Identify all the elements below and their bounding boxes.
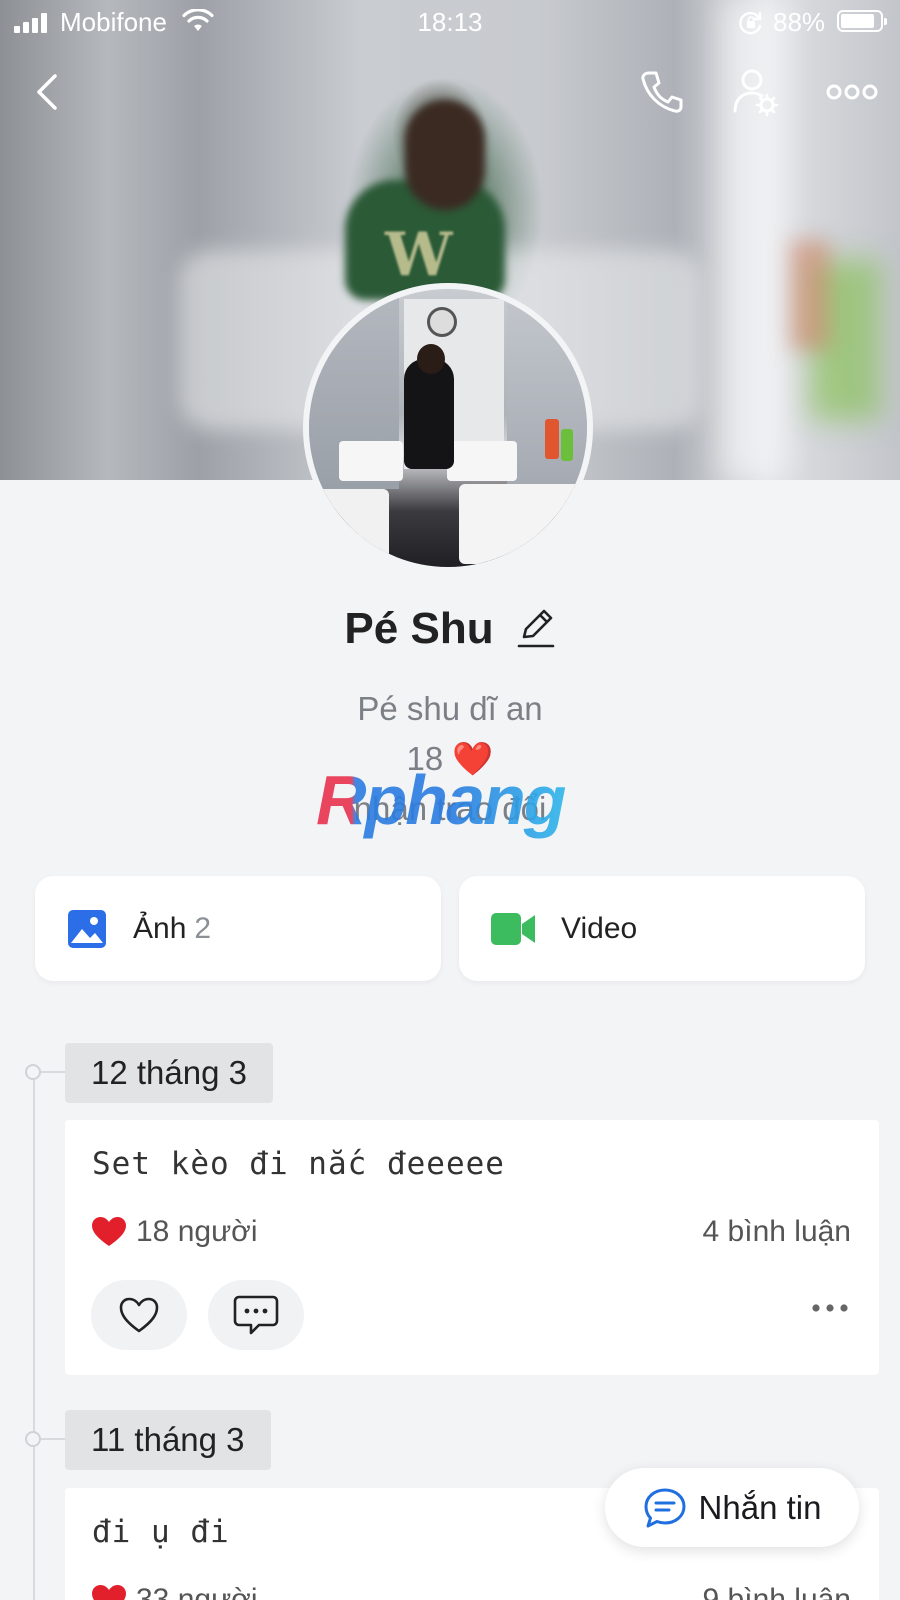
comment-icon	[233, 1295, 279, 1335]
timeline-dot	[25, 1064, 41, 1080]
timeline-connector	[41, 1438, 65, 1440]
edit-name-button[interactable]	[516, 605, 556, 654]
likes-count: 18 người	[136, 1215, 258, 1248]
post-likes[interactable]: 33 người	[92, 1583, 258, 1600]
back-button[interactable]	[20, 64, 76, 120]
likes-count: 33 người	[136, 1583, 258, 1600]
more-options-button[interactable]	[824, 64, 880, 120]
more-horizontal-icon	[826, 84, 878, 100]
user-settings-icon	[733, 69, 779, 117]
back-arrow-icon	[37, 74, 57, 110]
heart-filled-icon	[92, 1217, 126, 1246]
call-button[interactable]	[634, 64, 690, 120]
photos-button[interactable]: Ảnh 2	[35, 876, 441, 981]
status-bar: Mobifone 18:13 88%	[0, 0, 900, 44]
profile-name: Pé Shu	[344, 604, 494, 653]
timeline-date: 11 tháng 3	[65, 1410, 271, 1470]
video-label: Video	[561, 911, 638, 945]
heart-filled-icon	[92, 1585, 126, 1600]
cover-figure-head	[405, 100, 485, 210]
cover-shirt-print: W	[385, 220, 453, 290]
comments-count[interactable]: 9 bình luận	[703, 1583, 851, 1600]
more-dots-icon	[812, 1304, 848, 1312]
comment-button[interactable]	[208, 1280, 304, 1350]
battery-percent: 88%	[773, 7, 826, 37]
post-text: đi ụ đi	[92, 1514, 230, 1550]
chat-bubble-icon	[644, 1488, 686, 1527]
avatar[interactable]	[303, 283, 593, 573]
cover-blur-shape	[790, 240, 830, 350]
timeline-date: 12 tháng 3	[65, 1043, 273, 1103]
photos-label: Ảnh	[133, 911, 187, 945]
timeline-dot	[25, 1431, 41, 1447]
send-message-button[interactable]: Nhắn tin	[605, 1468, 859, 1547]
post-text: Set kèo đi nắc đeeeee	[92, 1146, 505, 1182]
phone-icon	[641, 71, 683, 113]
videos-button[interactable]: Video	[459, 876, 865, 981]
post-more-button[interactable]	[811, 1300, 849, 1318]
profile-settings-button[interactable]	[728, 64, 784, 120]
profile-name-row: Pé Shu	[0, 604, 900, 654]
timeline-connector	[41, 1071, 65, 1073]
post-likes[interactable]: 18 người	[92, 1215, 258, 1249]
post-card[interactable]: Set kèo đi nắc đeeeee 18 người 4 bình lu…	[65, 1120, 879, 1375]
comments-count[interactable]: 4 bình luận	[703, 1215, 851, 1249]
video-camera-icon	[491, 912, 535, 945]
photos-count: 2	[194, 911, 212, 945]
image-icon	[68, 909, 106, 948]
message-label: Nhắn tin	[698, 1488, 822, 1526]
like-button[interactable]	[91, 1280, 187, 1350]
pencil-icon	[517, 609, 554, 647]
heart-outline-icon	[119, 1297, 159, 1333]
orientation-lock-icon	[738, 10, 764, 43]
watermark-logo: Rphang	[316, 761, 567, 839]
clock: 18:13	[417, 7, 483, 37]
battery-icon	[837, 10, 887, 32]
timeline-line	[33, 1073, 35, 1600]
bio-line: Pé shu dĩ an	[357, 690, 543, 727]
